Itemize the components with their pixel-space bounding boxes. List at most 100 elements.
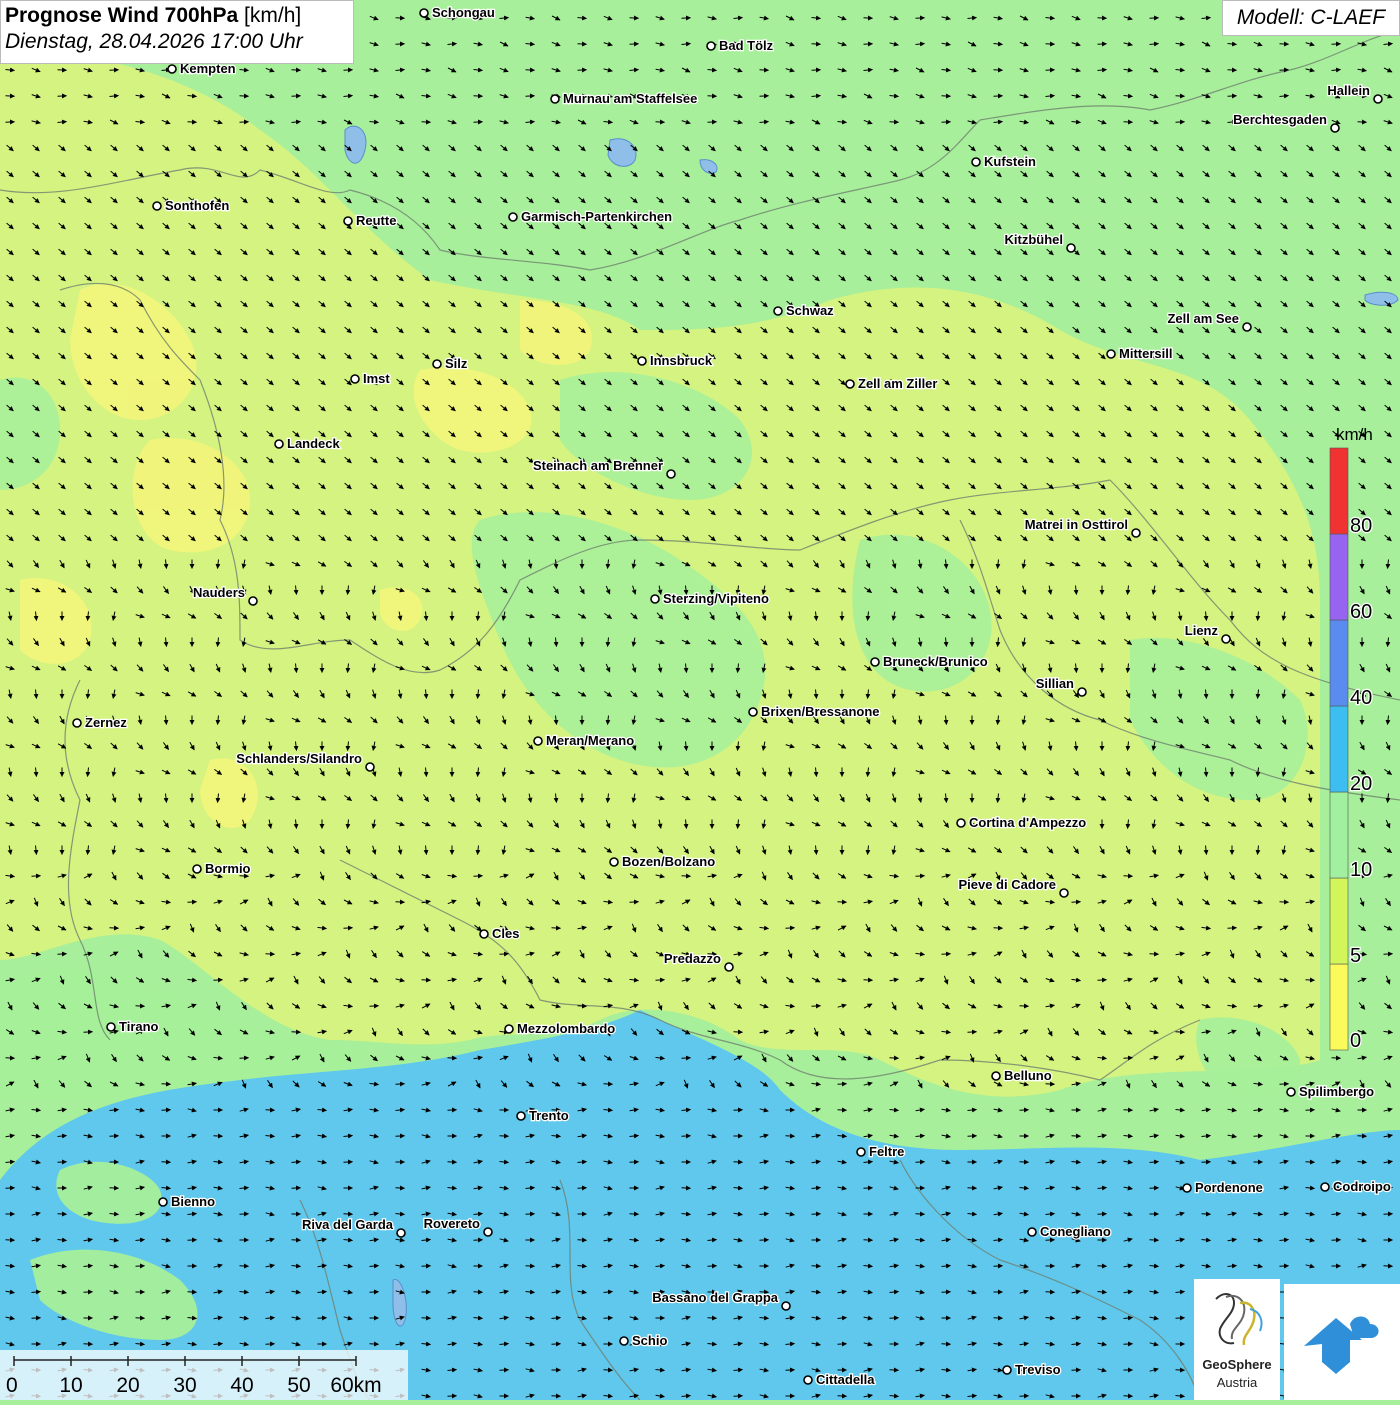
city-marker: Schongau [420, 5, 495, 20]
legend-label: 80 [1350, 515, 1372, 537]
city-dot [107, 1023, 115, 1031]
city-dot [1060, 889, 1068, 897]
city-dot [1078, 688, 1086, 696]
wind-arrow [1124, 1058, 1133, 1059]
wind-arrow [968, 1032, 977, 1033]
city-label: Steinach am Brenner [533, 458, 663, 473]
city-dot [972, 158, 980, 166]
city-marker: Sonthofen [153, 198, 229, 213]
city-label: Trento [529, 1108, 569, 1123]
city-dot [774, 307, 782, 315]
city-marker: Bozen/Bolzano [610, 854, 715, 869]
city-label: Treviso [1015, 1362, 1061, 1377]
legend-swatch [1330, 792, 1348, 878]
city-dot [667, 470, 675, 478]
weather-app-logo-mark [1284, 1284, 1400, 1400]
city-dot [1067, 244, 1075, 252]
city-marker: Mezzolombardo [505, 1021, 615, 1036]
city-label: Conegliano [1040, 1224, 1111, 1239]
city-dot [73, 719, 81, 727]
city-dot [351, 375, 359, 383]
wind-arrow [370, 1006, 379, 1007]
city-dot [620, 1337, 628, 1345]
model-label: Modell: C-LAEF [1222, 0, 1400, 36]
city-label: Imst [363, 371, 390, 386]
city-dot [1132, 529, 1140, 537]
city-label: Sterzing/Vipiteno [663, 591, 769, 606]
city-label: Schwaz [786, 303, 834, 318]
city-marker: Murnau am Staffelsee [551, 91, 697, 106]
city-label: Bienno [171, 1194, 215, 1209]
geosphere-logo: GeoSphere Austria [1194, 1279, 1280, 1400]
city-marker: Pordenone [1183, 1180, 1263, 1195]
legend-label: 5 [1350, 945, 1361, 967]
legend-label: 60 [1350, 601, 1372, 623]
geosphere-logo-line1: GeoSphere [1194, 1357, 1280, 1372]
city-dot [846, 380, 854, 388]
city-marker: Innsbruck [638, 353, 713, 368]
city-dot [153, 202, 161, 210]
city-label: Sonthofen [165, 198, 229, 213]
wind-arrow [630, 902, 639, 903]
city-label: Lienz [1185, 623, 1219, 638]
city-label: Sillian [1036, 676, 1074, 691]
city-label: Murnau am Staffelsee [563, 91, 697, 106]
city-label: Meran/Merano [546, 733, 634, 748]
scale-label: 30 [173, 1374, 196, 1397]
city-label: Bozen/Bolzano [622, 854, 715, 869]
wind-arrow [812, 1006, 821, 1007]
city-dot [1287, 1088, 1295, 1096]
city-label: Reutte [356, 213, 396, 228]
city-label: Kufstein [984, 154, 1036, 169]
city-label: Rovereto [424, 1216, 480, 1231]
wind-arrow [396, 1084, 405, 1085]
city-label: Cittadella [816, 1372, 875, 1387]
city-label: Codroipo [1333, 1179, 1391, 1194]
city-dot [480, 930, 488, 938]
scale-label: 10 [59, 1374, 82, 1397]
wind-arrow [84, 1032, 93, 1033]
city-dot [344, 217, 352, 225]
scale-label: 60km [330, 1374, 381, 1397]
title-box: Prognose Wind 700hPa [km/h] Dienstag, 28… [0, 0, 354, 64]
city-label: Feltre [869, 1144, 904, 1159]
city-dot [517, 1112, 525, 1120]
legend-swatch [1330, 964, 1348, 1050]
city-dot [193, 865, 201, 873]
city-label: Zell am See [1167, 311, 1239, 326]
city-label: Innsbruck [650, 353, 713, 368]
city-label: Bormio [205, 861, 251, 876]
city-marker: Zell am Ziller [846, 376, 937, 391]
city-label: Landeck [287, 436, 341, 451]
city-label: Kitzbühel [1005, 232, 1064, 247]
map-title-unit: [km/h] [244, 4, 301, 27]
map-title: Prognose Wind 700hPa [5, 4, 238, 27]
legend-swatch [1330, 878, 1348, 964]
city-label: Tirano [119, 1019, 159, 1034]
city-label: Zernez [85, 715, 127, 730]
city-dot [366, 763, 374, 771]
city-label: Bad Tölz [719, 38, 774, 53]
city-label: Riva del Garda [302, 1217, 394, 1232]
wind-arrow [500, 954, 509, 955]
city-marker: Cortina d'Ampezzo [957, 815, 1086, 830]
city-label: Hallein [1327, 83, 1370, 98]
city-dot [420, 9, 428, 17]
city-label: Mittersill [1119, 346, 1172, 361]
city-marker: Conegliano [1028, 1224, 1111, 1239]
city-marker: Bruneck/Brunico [871, 654, 988, 669]
legend-swatch [1330, 448, 1348, 534]
city-label: Schlanders/Silandro [236, 751, 362, 766]
wind-arrow [1072, 902, 1081, 903]
legend-label: 10 [1350, 859, 1372, 881]
legend-label: 40 [1350, 687, 1372, 709]
city-dot [782, 1302, 790, 1310]
city-dot [638, 357, 646, 365]
city-label: Brixen/Bressanone [761, 704, 880, 719]
wind-arrow [916, 876, 925, 877]
city-label: Matrei in Osttirol [1025, 517, 1128, 532]
city-dot [992, 1072, 1000, 1080]
wind-arrow [942, 954, 951, 955]
scale-label: 50 [287, 1374, 310, 1397]
city-dot [725, 963, 733, 971]
